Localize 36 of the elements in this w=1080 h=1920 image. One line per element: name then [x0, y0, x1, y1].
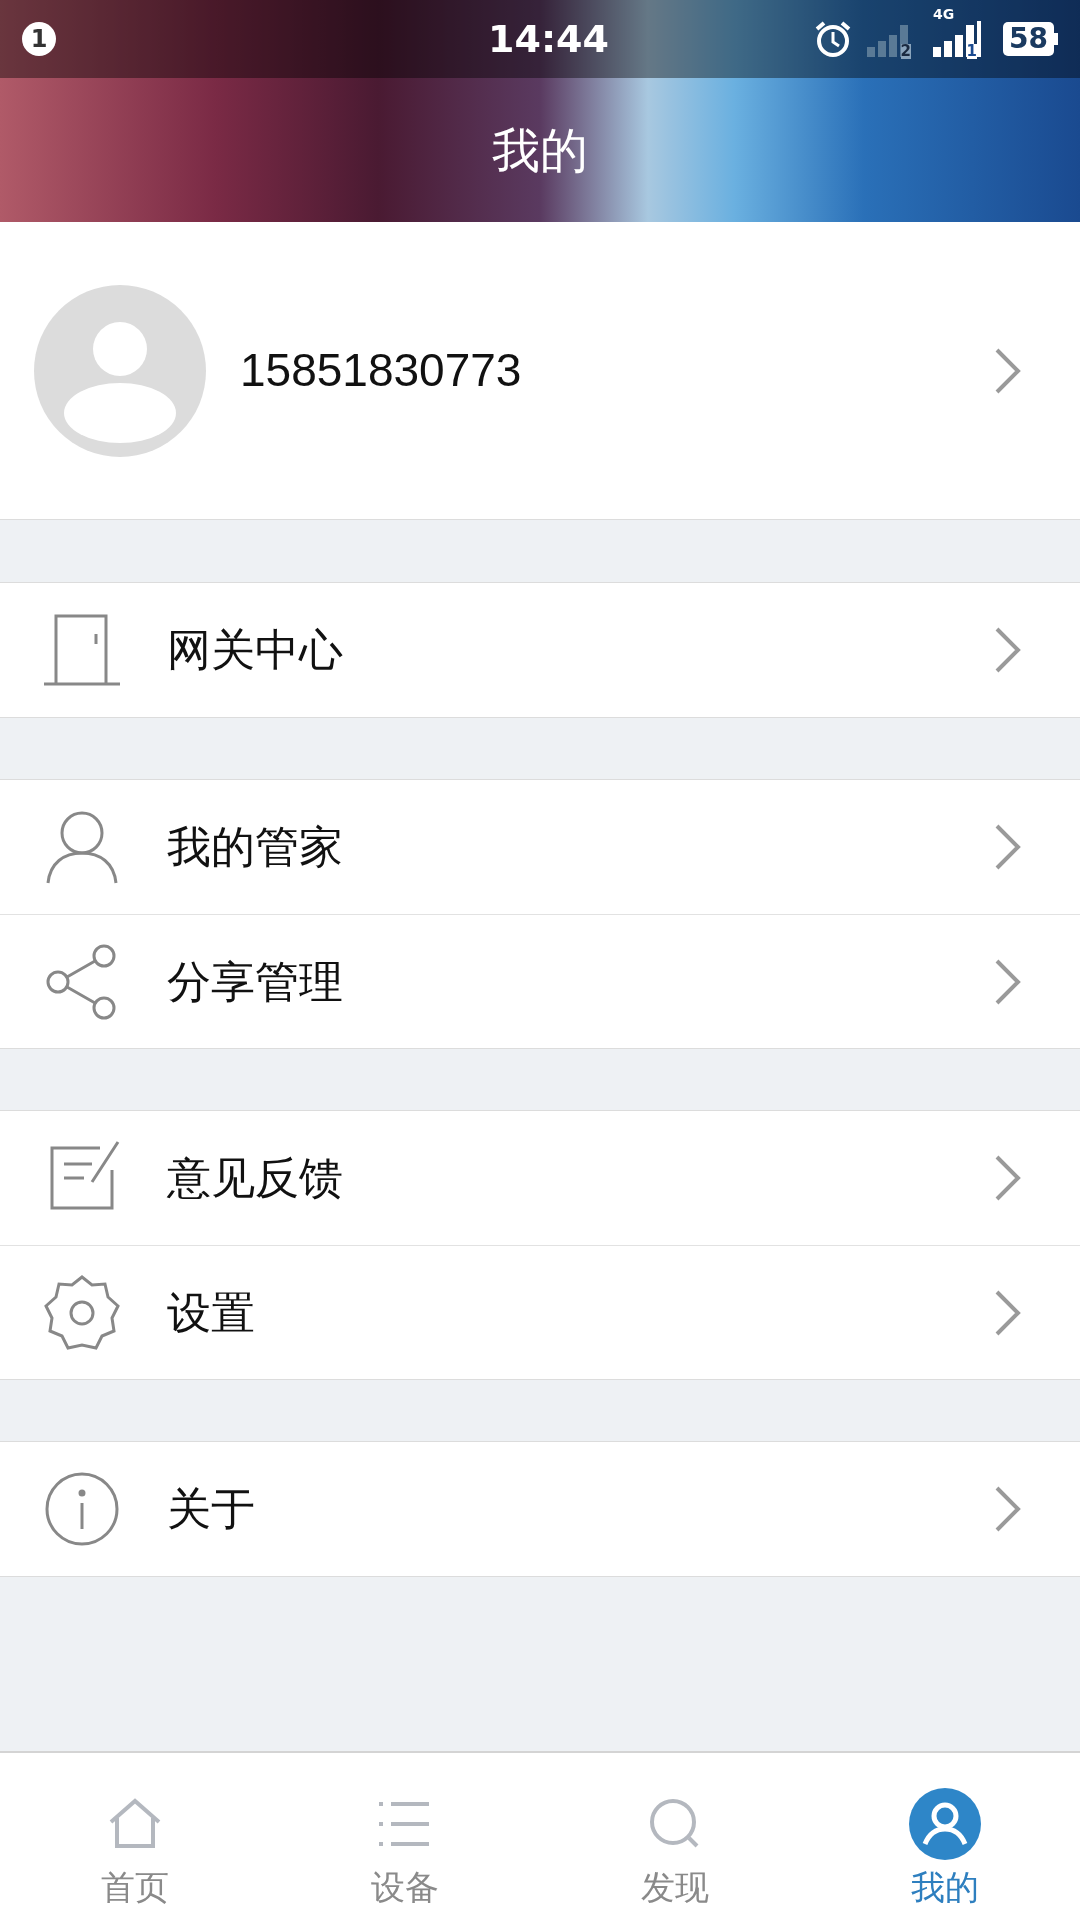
tab[interactable]: 我的 — [810, 1753, 1080, 1920]
page-title: 我的 — [492, 121, 588, 180]
menu-item[interactable]: 设置 — [0, 1245, 1080, 1379]
phone-number: 15851830773 — [240, 343, 522, 398]
sim-label: 1 — [966, 44, 978, 59]
menu-item[interactable]: 分享管理 — [0, 914, 1080, 1048]
clock-time: 14:44 — [488, 15, 609, 63]
menu-label: 分享管理 — [167, 954, 343, 1009]
person-icon — [909, 1788, 981, 1860]
avatar-icon — [34, 284, 206, 457]
chevron-right-icon — [994, 626, 1022, 674]
menu-label: 我的管家 — [167, 820, 343, 874]
person-icon — [44, 809, 120, 885]
chevron-right-icon — [994, 1288, 1022, 1337]
chevron-right-icon — [994, 346, 1022, 395]
menu-item[interactable]: 意见反馈 — [0, 1111, 1080, 1245]
menu-label: 意见反馈 — [167, 1151, 343, 1205]
home-icon — [107, 1798, 163, 1850]
chevron-right-icon — [994, 1485, 1022, 1533]
menu-item[interactable]: 我的管家 — [0, 780, 1080, 914]
profile-row[interactable]: 15851830773 — [0, 222, 1080, 520]
battery-indicator: 58 — [1003, 22, 1054, 56]
sim-label: 2 — [900, 44, 912, 59]
network-label: 4G — [933, 7, 955, 21]
gear-icon — [44, 1274, 120, 1351]
info-icon — [44, 1471, 120, 1547]
chevron-right-icon — [994, 823, 1022, 871]
menu-item[interactable]: 关于 — [0, 1442, 1080, 1576]
menu-label: 网关中心 — [167, 623, 343, 677]
menu-item[interactable]: 网关中心 — [0, 583, 1080, 717]
chevron-right-icon — [994, 957, 1022, 1006]
menu-label: 关于 — [167, 1482, 255, 1536]
notification-badge: 1 — [22, 22, 56, 56]
chevron-right-icon — [994, 1154, 1022, 1202]
menu-label: 设置 — [167, 1285, 255, 1340]
door-icon — [44, 612, 120, 688]
